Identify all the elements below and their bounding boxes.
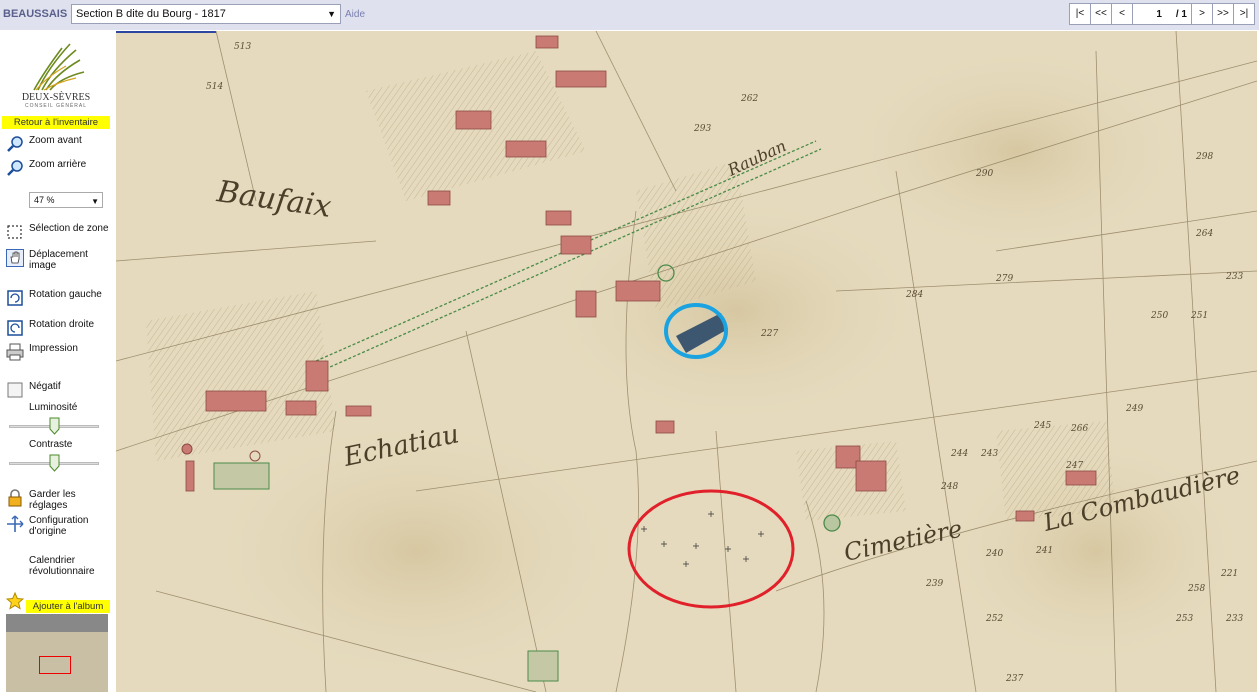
select-zone-button[interactable]: Sélection de zone	[6, 223, 109, 241]
parcel-number: 240	[985, 549, 1003, 559]
move-image-label: Déplacement image	[29, 249, 88, 271]
zoom-in-label: Zoom avant	[29, 135, 82, 146]
parcel-number: 233	[1225, 272, 1243, 282]
parcel-number: 266	[1070, 424, 1088, 434]
parcel-number: 233	[1225, 614, 1243, 624]
print-button[interactable]: Impression	[6, 343, 78, 361]
parcel-number: 258	[1187, 584, 1205, 594]
zoom-in-icon	[7, 136, 23, 152]
parcel-number: 250	[1150, 311, 1168, 321]
top-toolbar: BEAUSSAIS Section B dite du Bourg - 1817…	[0, 0, 1259, 30]
page-number-input[interactable]: 1	[1156, 9, 1162, 20]
parcel-number: 243	[980, 449, 998, 459]
logo-name: DEUX-SÈVRES	[21, 92, 91, 103]
print-label: Impression	[29, 343, 78, 354]
zoom-level-select[interactable]: 47 % ▼	[29, 192, 103, 208]
first-page-button[interactable]: |<	[1069, 3, 1091, 25]
minimap[interactable]	[6, 614, 108, 692]
tool-sidebar: DEUX-SÈVRES CONSEIL GÉNÉRAL Retour à l'i…	[0, 30, 114, 692]
parcel-number: 227	[760, 329, 778, 339]
parcel-number: 244	[950, 449, 968, 459]
brightness-label-row: Luminosité	[6, 402, 77, 413]
zoom-out-button[interactable]: Zoom arrière	[6, 159, 86, 177]
fast-prev-button[interactable]: <<	[1090, 3, 1112, 25]
reset-icon	[7, 515, 24, 532]
printer-icon	[6, 343, 24, 361]
keep-settings-label: Garder les réglages	[29, 489, 76, 511]
parcel-number: 513	[234, 42, 251, 52]
contrast-label-row: Contraste	[6, 439, 72, 450]
rotate-left-icon	[7, 290, 23, 306]
contrast-thumb[interactable]	[49, 454, 60, 472]
next-page-button[interactable]: >	[1191, 3, 1213, 25]
select-zone-label: Sélection de zone	[29, 223, 109, 234]
parcel-number: 251	[1190, 311, 1208, 321]
calendar-button[interactable]: Calendrier révolutionnaire	[6, 555, 114, 577]
parcel-number: 221	[1220, 569, 1238, 579]
keep-settings-button[interactable]: Garder les réglages	[6, 489, 114, 511]
prev-page-button[interactable]: <	[1111, 3, 1133, 25]
document-select-value: Section B dite du Bourg - 1817	[76, 8, 226, 20]
parcel-number: 284	[905, 290, 923, 300]
parcel-number: 248	[940, 482, 958, 492]
move-image-button[interactable]: Déplacement image	[6, 249, 114, 271]
zoom-out-label: Zoom arrière	[29, 159, 87, 170]
pager: |< << < 1 / 1 > >> >|	[1069, 3, 1255, 25]
parcel-number: 514	[206, 82, 223, 92]
add-to-album-link[interactable]: Ajouter à l'album	[26, 600, 110, 613]
chevron-down-icon: ▼	[327, 9, 336, 19]
negative-label: Négatif	[29, 381, 61, 392]
cadastral-map-image[interactable]: Baufaix Echatiau Rauban Cimetière La Com…	[116, 31, 1257, 692]
selection-icon	[7, 225, 22, 239]
negative-toggle[interactable]: Négatif	[6, 381, 61, 399]
parcel-number: 241	[1035, 546, 1053, 556]
hand-icon	[6, 249, 24, 267]
parcel-number: 264	[1195, 229, 1213, 239]
parcel-number: 298	[1195, 152, 1213, 162]
logo-subtitle: CONSEIL GÉNÉRAL	[24, 103, 88, 109]
rotate-right-button[interactable]: Rotation droite	[6, 319, 94, 337]
contrast-slider[interactable]	[9, 453, 99, 473]
rotate-left-button[interactable]: Rotation gauche	[6, 289, 102, 307]
parcel-number: 262	[740, 94, 758, 104]
parcel-number: 290	[975, 169, 993, 179]
minimap-viewport-frame[interactable]	[39, 656, 71, 674]
chevron-down-icon: ▼	[91, 197, 99, 206]
parcel-number: 247	[1065, 461, 1083, 471]
help-link[interactable]: Aide	[345, 9, 365, 20]
calendar-icon-placeholder	[6, 555, 24, 573]
brightness-thumb[interactable]	[49, 417, 60, 435]
origin-config-label: Configuration d'origine	[29, 515, 89, 537]
last-page-button[interactable]: >|	[1233, 3, 1255, 25]
parcel-number: 279	[995, 274, 1013, 284]
zoom-level-value: 47 %	[34, 195, 55, 205]
star-icon	[6, 592, 24, 610]
parcel-number: 253	[1175, 614, 1193, 624]
contrast-label: Contraste	[29, 439, 73, 450]
checkbox-icon	[7, 382, 23, 398]
page-total: / 1	[1175, 8, 1187, 20]
rotate-right-icon	[7, 320, 23, 336]
parcel-number: 293	[693, 124, 711, 134]
fast-next-button[interactable]: >>	[1212, 3, 1234, 25]
brightness-label: Luminosité	[29, 402, 78, 413]
document-select[interactable]: Section B dite du Bourg - 1817 ▼	[71, 4, 341, 24]
zoom-in-button[interactable]: Zoom avant	[6, 135, 82, 153]
back-to-inventory-link[interactable]: Retour à l'inventaire	[2, 116, 110, 129]
page-indicator[interactable]: 1 / 1	[1132, 3, 1192, 25]
parcel-number: 252	[985, 614, 1003, 624]
map-viewer[interactable]: Baufaix Echatiau Rauban Cimetière La Com…	[116, 31, 1257, 692]
parcel-number: 237	[1005, 674, 1023, 684]
origin-config-button[interactable]: Configuration d'origine	[6, 515, 114, 537]
lock-icon	[8, 489, 22, 507]
rotate-left-label: Rotation gauche	[29, 289, 102, 300]
brightness-slider[interactable]	[9, 416, 99, 436]
parcel-number: 245	[1033, 421, 1051, 431]
rotate-right-label: Rotation droite	[29, 319, 95, 330]
calendar-label: Calendrier révolutionnaire	[29, 555, 95, 577]
app-title: BEAUSSAIS	[3, 8, 68, 20]
parcel-number: 239	[925, 579, 943, 589]
parcel-number: 249	[1125, 404, 1143, 414]
zoom-out-icon	[7, 160, 23, 176]
